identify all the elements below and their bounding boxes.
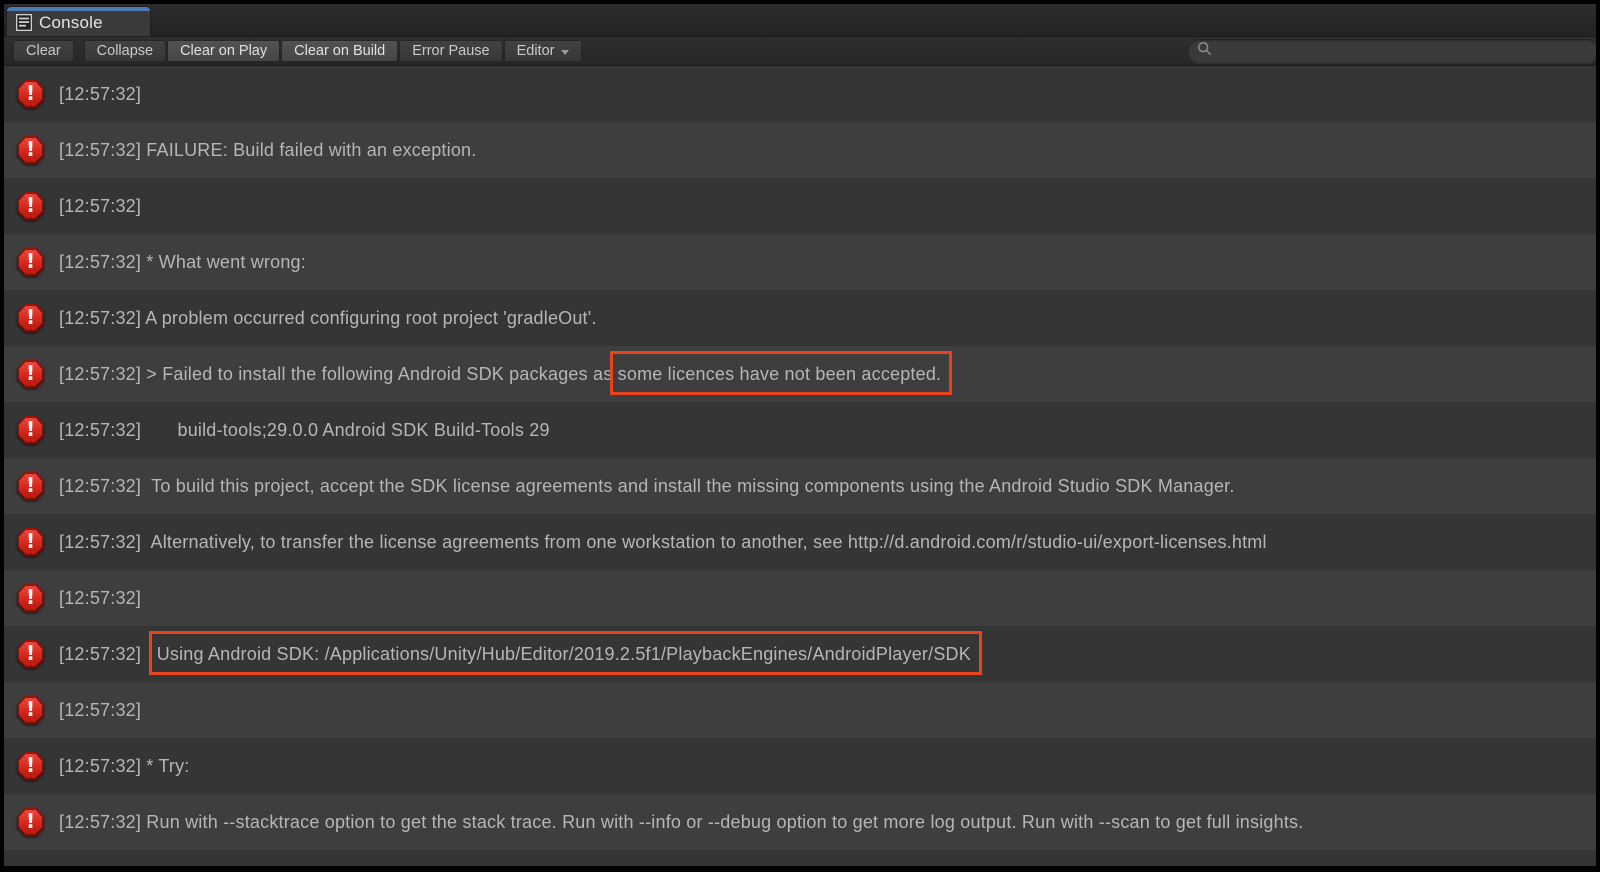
- log-timestamp: [12:57:32]: [59, 756, 141, 776]
- log-timestamp: [12:57:32]: [59, 252, 141, 272]
- highlighted-log-text: some licences have not been accepted.: [618, 364, 942, 384]
- log-timestamp: [12:57:32]: [59, 308, 141, 328]
- log-text: build-tools;29.0.0 Android SDK Build-Too…: [146, 420, 549, 440]
- toolbar-button-label: Clear on Play: [180, 43, 267, 59]
- console-icon: [16, 14, 32, 31]
- log-text: FAILURE: Build failed with an exception.: [146, 140, 476, 160]
- error-icon: !: [17, 640, 44, 669]
- log-timestamp: [12:57:32]: [59, 532, 141, 552]
- log-message: [12:57:32] FAILURE: Build failed with an…: [59, 140, 476, 161]
- log-timestamp: [12:57:32]: [59, 140, 141, 160]
- log-timestamp: [12:57:32]: [59, 812, 141, 832]
- log-entry[interactable]: ! [12:57:32] Alternatively, to transfer t…: [4, 514, 1596, 570]
- tab-active-accent: [7, 7, 150, 11]
- toolbar-button-label: Clear: [26, 43, 61, 59]
- log-entry[interactable]: ! [12:57:32]: [4, 682, 1596, 738]
- log-text: > Failed to install the following Androi…: [146, 364, 617, 384]
- search-field[interactable]: [1188, 39, 1596, 63]
- error-icon: !: [17, 192, 44, 221]
- log-message: [12:57:32]: [59, 588, 146, 609]
- error-icon: !: [17, 304, 44, 333]
- error-icon: !: [17, 416, 44, 445]
- error-icon: !: [17, 136, 44, 165]
- annotation-box: [610, 351, 953, 395]
- search-icon: [1197, 41, 1212, 61]
- log-entry[interactable]: ! [12:57:32]: [4, 178, 1596, 234]
- log-message: [12:57:32] > Failed to install the follo…: [59, 364, 941, 385]
- toolbar-button-label: Clear on Build: [294, 43, 385, 59]
- log-message: [12:57:32] build-tools;29.0.0 Android SD…: [59, 420, 550, 441]
- toolbar-button-clear-on-build[interactable]: Clear on Build: [281, 40, 398, 62]
- toolbar-button-collapse[interactable]: Collapse: [84, 40, 166, 62]
- toolbar-button-clear-on-play[interactable]: Clear on Play: [167, 40, 280, 62]
- toolbar-button-label: Collapse: [97, 43, 153, 59]
- log-message: [12:57:32]: [59, 84, 146, 105]
- log-text: * What went wrong:: [146, 252, 306, 272]
- log-message: [12:57:32] A problem occurred configurin…: [59, 308, 597, 329]
- error-icon: !: [17, 528, 44, 557]
- toolbar-button-clear[interactable]: Clear: [13, 40, 74, 62]
- log-text: Alternatively, to transfer the license a…: [146, 532, 1266, 552]
- log-message: [12:57:32] Run with --stacktrace option …: [59, 812, 1303, 833]
- log-entry[interactable]: ! [12:57:32] FAILURE: Build failed with a…: [4, 122, 1596, 178]
- highlighted-log-text: Using Android SDK: /Applications/Unity/H…: [157, 644, 971, 664]
- log-text: Run with --stacktrace option to get the …: [146, 812, 1303, 832]
- log-message: [12:57:32]: [59, 700, 146, 721]
- log-timestamp: [12:57:32]: [59, 364, 141, 384]
- toolbar-button-label: Editor: [517, 43, 555, 59]
- toolbar-button-label: Error Pause: [412, 43, 489, 59]
- log-timestamp: [12:57:32]: [59, 588, 141, 608]
- error-icon: !: [17, 584, 44, 613]
- log-text: To build this project, accept the SDK li…: [146, 476, 1234, 496]
- log-entry[interactable]: ! [12:57:32] > Failed to install the foll…: [4, 346, 1596, 402]
- log-entry[interactable]: ! [12:57:32] To build this project, accep…: [4, 458, 1596, 514]
- toolbar-button-editor[interactable]: Editor: [504, 40, 583, 62]
- log-timestamp: [12:57:32]: [59, 420, 141, 440]
- log-message: [12:57:32] To build this project, accept…: [59, 476, 1235, 497]
- console-log: ! [12:57:32] ! [12:57:32] FAILURE: Build f…: [4, 66, 1596, 866]
- log-entry[interactable]: ! [12:57:32] Run with --stacktrace option…: [4, 794, 1596, 850]
- log-message: [12:57:32] * What went wrong:: [59, 252, 306, 273]
- error-icon: !: [17, 808, 44, 837]
- tab-title: Console: [39, 13, 103, 33]
- tab-console[interactable]: Console: [7, 7, 150, 36]
- log-entry[interactable]: ! [12:57:32] * What went wrong:: [4, 234, 1596, 290]
- log-text: [146, 644, 156, 664]
- log-timestamp: [12:57:32]: [59, 196, 141, 216]
- log-text: * Try:: [146, 756, 189, 776]
- error-icon: !: [17, 80, 44, 109]
- search-input[interactable]: [1212, 39, 1596, 63]
- log-entry[interactable]: ! [12:57:32]: [4, 570, 1596, 626]
- unity-console-window: Console Clear Collapse Clear on Play Clear …: [0, 0, 1600, 872]
- tab-bar: Console: [4, 4, 1596, 36]
- dropdown-arrow-icon: [561, 50, 569, 55]
- log-entry[interactable]: ! [12:57:32] A problem occurred configuri…: [4, 290, 1596, 346]
- log-timestamp: [12:57:32]: [59, 700, 141, 720]
- log-timestamp: [12:57:32]: [59, 644, 141, 664]
- error-icon: !: [17, 696, 44, 725]
- log-entry[interactable]: ! [12:57:32] Using Android SDK: /Applicat…: [4, 626, 1596, 682]
- log-message: [12:57:32]: [59, 196, 146, 217]
- toolbar-button-error-pause[interactable]: Error Pause: [399, 40, 502, 62]
- error-icon: !: [17, 360, 44, 389]
- log-timestamp: [12:57:32]: [59, 476, 141, 496]
- log-message: [12:57:32] Using Android SDK: /Applicati…: [59, 644, 971, 665]
- log-text: A problem occurred configuring root proj…: [145, 308, 596, 328]
- annotation-box: [149, 631, 982, 675]
- console-toolbar: Clear Collapse Clear on Play Clear on Build…: [4, 36, 1596, 66]
- log-entry[interactable]: ! [12:57:32] build-tools;29.0.0 Android S…: [4, 402, 1596, 458]
- log-timestamp: [12:57:32]: [59, 84, 141, 104]
- error-icon: !: [17, 248, 44, 277]
- error-icon: !: [17, 472, 44, 501]
- toolbar-button-group: Clear Collapse Clear on Play Clear on Build…: [13, 40, 583, 62]
- log-message: [12:57:32] * Try:: [59, 756, 189, 777]
- error-icon: !: [17, 752, 44, 781]
- log-entry[interactable]: ! [12:57:32]: [4, 66, 1596, 122]
- log-message: [12:57:32] Alternatively, to transfer th…: [59, 532, 1267, 553]
- log-entry[interactable]: ! [12:57:32] * Try:: [4, 738, 1596, 794]
